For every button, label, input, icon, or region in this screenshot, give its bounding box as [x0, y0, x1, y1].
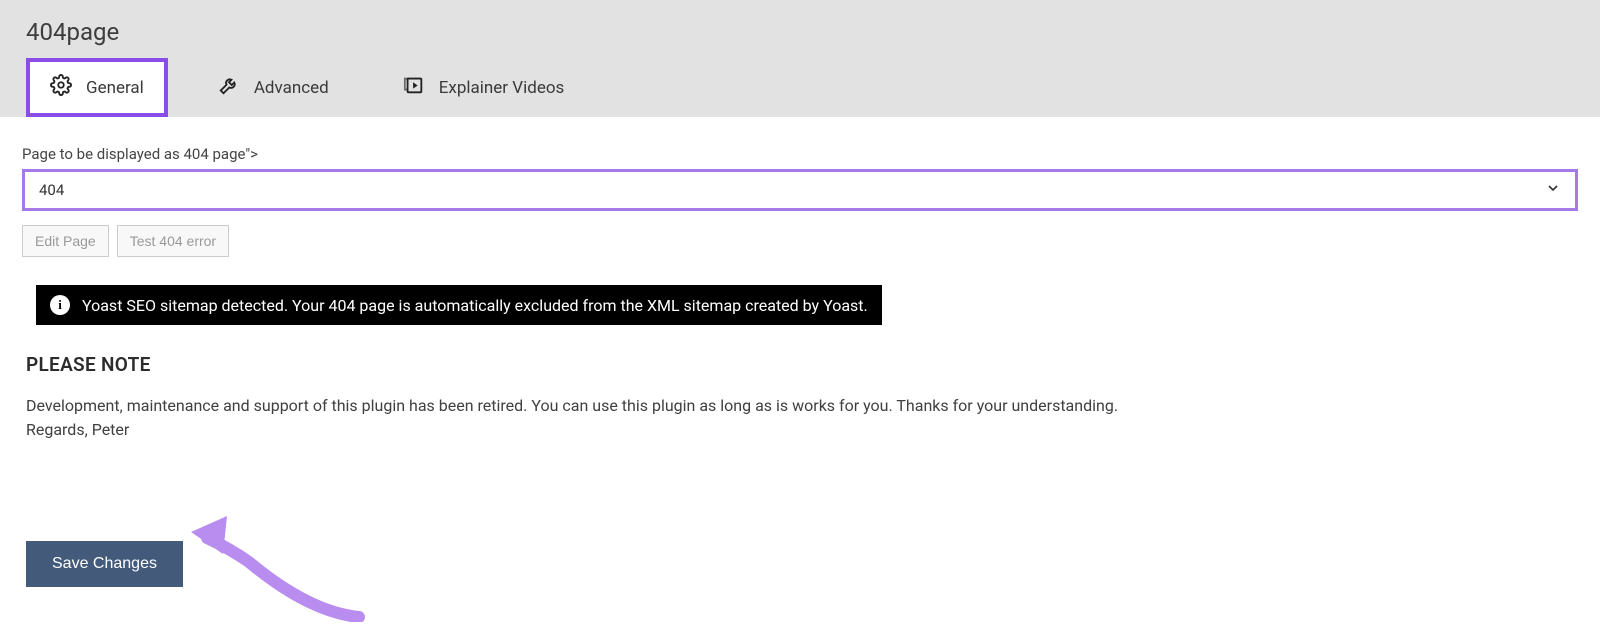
tab-label: General — [86, 78, 144, 98]
tab-advanced[interactable]: Advanced — [194, 58, 353, 117]
gear-icon — [50, 74, 72, 101]
arrow-annotation-icon — [189, 502, 389, 626]
field-label-404-page: Page to be displayed as 404 page"> — [22, 145, 1578, 163]
tab-general[interactable]: General — [26, 58, 168, 117]
select-value: 404 — [39, 181, 1545, 199]
save-row: Save Changes — [22, 502, 1578, 626]
tab-label: Explainer Videos — [439, 78, 565, 98]
note-body: Development, maintenance and support of … — [26, 394, 1574, 442]
tab-explainer-videos[interactable]: Explainer Videos — [379, 58, 589, 117]
wrench-icon — [218, 74, 240, 101]
edit-page-button[interactable]: Edit Page — [22, 225, 109, 257]
tab-label: Advanced — [254, 78, 329, 98]
header-bar: 404page General Advanced — [0, 0, 1600, 117]
info-icon: i — [50, 295, 70, 315]
select-404-page[interactable]: 404 — [22, 169, 1578, 211]
page-title: 404page — [0, 14, 1600, 58]
note-line-2: Regards, Peter — [26, 420, 129, 439]
test-404-button[interactable]: Test 404 error — [117, 225, 229, 257]
tab-row: General Advanced Explainer Videos — [0, 58, 1600, 117]
notice-text: Yoast SEO sitemap detected. Your 404 pag… — [82, 296, 868, 315]
note-line-1: Development, maintenance and support of … — [26, 396, 1118, 415]
content-pane: Page to be displayed as 404 page"> 404 E… — [0, 117, 1600, 636]
chevron-down-icon — [1545, 180, 1561, 200]
note-heading: PLEASE NOTE — [26, 353, 1574, 376]
secondary-button-row: Edit Page Test 404 error — [22, 225, 1578, 257]
video-icon — [403, 74, 425, 101]
notice-yoast: i Yoast SEO sitemap detected. Your 404 p… — [36, 285, 882, 325]
save-changes-button[interactable]: Save Changes — [26, 541, 183, 587]
